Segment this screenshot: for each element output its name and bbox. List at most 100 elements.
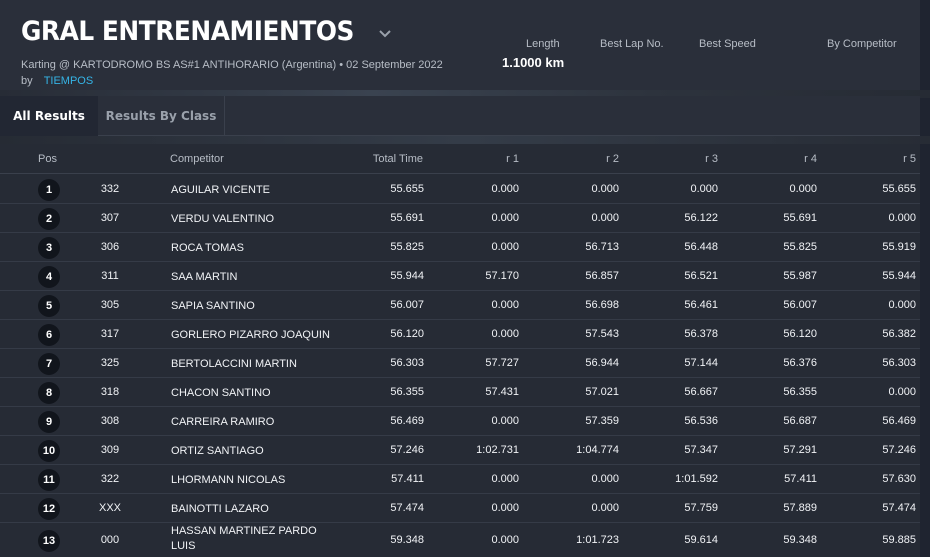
competitor-name[interactable]: SAPIA SANTINO [171,299,341,314]
lap-time-r2: 56.944 [585,357,619,369]
lap-time-r5: 59.885 [882,534,916,546]
title-row[interactable]: GRAL ENTRENAMIENTOS [21,16,393,47]
position-badge: 13 [38,530,60,552]
lap-time-r2: 0.000 [591,212,619,224]
lap-time-r2: 57.543 [585,328,619,340]
table-header: Pos Competitor Total Time r 1 r 2 r 3 r … [0,144,920,174]
lap-time-r3: 56.378 [684,328,718,340]
table-row[interactable]: 4 311 SAA MARTIN 55.944 57.170 56.857 56.521 55… [0,262,920,291]
lap-time-r3: 56.521 [684,270,718,282]
total-time: 56.303 [390,357,424,369]
competitor-name[interactable]: BERTOLACCINI MARTIN [171,357,341,372]
kart-number: 325 [100,357,120,369]
lap-time-r3: 56.536 [684,415,718,427]
organizer-link[interactable]: TIEMPOS [44,75,94,87]
table-row[interactable]: 7 325 BERTOLACCINI MARTIN 56.303 57.727 56.94… [0,349,920,378]
lap-time-r3: 57.144 [684,357,718,369]
header-r4[interactable]: r 4 [757,153,817,165]
lap-time-r4: 56.007 [783,299,817,311]
table-row[interactable]: 1 332 AGUILAR VICENTE 55.655 0.000 0.000 0.000… [0,175,920,204]
by-competitor-label: By Competitor [827,38,897,50]
lap-time-r5: 55.919 [882,241,916,253]
competitor-name[interactable]: SAA MARTIN [171,270,341,285]
table-row[interactable]: 12 XXX BAINOTTI LAZARO 57.474 0.000 0.000 57.7… [0,494,920,523]
header-r5[interactable]: r 5 [856,153,916,165]
position-badge: 2 [38,208,60,230]
tab-all-results[interactable]: All Results [0,96,98,136]
competitor-name[interactable]: GORLERO PIZARRO JOAQUIN [171,328,341,343]
lap-time-r1: 0.000 [491,502,519,514]
table-row[interactable]: 2 307 VERDU VALENTINO 55.691 0.000 0.000 56.12… [0,204,920,233]
lap-time-r1: 0.000 [491,473,519,485]
lap-time-r5: 55.944 [882,270,916,282]
lap-time-r1: 0.000 [491,183,519,195]
competitor-name[interactable]: AGUILAR VICENTE [171,183,341,198]
lap-time-r2: 57.021 [585,386,619,398]
table-row[interactable]: 5 305 SAPIA SANTINO 56.007 0.000 56.698 56.461… [0,291,920,320]
table-row[interactable]: 8 318 CHACON SANTINO 56.355 57.431 57.021 56.6… [0,378,920,407]
table-row[interactable]: 11 322 LHORMANN NICOLAS 57.411 0.000 0.000 1:0… [0,465,920,494]
lap-time-r1: 0.000 [491,241,519,253]
kart-number: 000 [100,534,120,546]
table-row[interactable]: 9 308 CARREIRA RAMIRO 56.469 0.000 57.359 56.5… [0,407,920,436]
header-total-time[interactable]: Total Time [343,153,423,165]
kart-number: 309 [100,444,120,456]
lap-time-r3: 56.461 [684,299,718,311]
lap-time-r4: 55.987 [783,270,817,282]
header-r1[interactable]: r 1 [459,153,519,165]
table-row[interactable]: 10 309 ORTIZ SANTIAGO 57.246 1:02.731 1:04.77… [0,436,920,465]
table-row[interactable]: 6 317 GORLERO PIZARRO JOAQUIN 56.120 0.000 57… [0,320,920,349]
lap-time-r4: 57.291 [783,444,817,456]
tab-results-by-class[interactable]: Results By Class [98,96,225,136]
total-time: 56.120 [390,328,424,340]
competitor-name[interactable]: VERDU VALENTINO [171,212,341,227]
header-pos[interactable]: Pos [38,153,57,165]
total-time: 56.007 [390,299,424,311]
total-time: 56.355 [390,386,424,398]
total-time: 56.469 [390,415,424,427]
table-row[interactable]: 13 000 HASSAN MARTINEZ PARDO LUIS 59.348 0.0… [0,523,920,557]
lap-time-r3: 59.614 [684,534,718,546]
kart-number: XXX [98,502,121,514]
kart-number: 318 [100,386,120,398]
competitor-name[interactable]: HASSAN MARTINEZ PARDO LUIS [171,524,341,554]
kart-number: 311 [101,270,119,282]
lap-time-r3: 56.667 [684,386,718,398]
lap-time-r1: 57.170 [485,270,519,282]
lap-time-r2: 0.000 [591,473,619,485]
position-badge: 6 [38,324,60,346]
lap-time-r3: 0.000 [690,183,718,195]
byline: by TIEMPOS [21,75,93,87]
length-label: Length [526,38,560,50]
chevron-down-icon[interactable] [377,28,393,40]
lap-time-r4: 56.355 [783,386,817,398]
lap-time-r1: 0.000 [491,299,519,311]
competitor-name[interactable]: LHORMANN NICOLAS [171,473,341,488]
lap-time-r5: 57.630 [882,473,916,485]
best-speed-label: Best Speed [699,38,756,50]
competitor-name[interactable]: ROCA TOMAS [171,241,341,256]
position-badge: 7 [38,353,60,375]
lap-time-r4: 57.411 [784,473,817,485]
header-r2[interactable]: r 2 [559,153,619,165]
lap-time-r2: 1:01.723 [576,534,619,546]
competitor-name[interactable]: CHACON SANTINO [171,386,341,401]
position-badge: 12 [38,498,60,520]
header-competitor[interactable]: Competitor [170,153,224,165]
lap-time-r5: 56.382 [882,328,916,340]
position-badge: 3 [38,237,60,259]
lap-time-r4: 56.687 [783,415,817,427]
lap-time-r1: 1:02.731 [476,444,519,456]
header-r3[interactable]: r 3 [658,153,718,165]
lap-time-r4: 56.120 [783,328,817,340]
competitor-name[interactable]: BAINOTTI LAZARO [171,502,341,517]
total-time: 55.655 [390,183,424,195]
competitor-name[interactable]: CARREIRA RAMIRO [171,415,341,430]
competitor-name[interactable]: ORTIZ SANTIAGO [171,444,341,459]
page-title: GRAL ENTRENAMIENTOS [21,16,354,47]
lap-time-r5: 57.474 [882,502,916,514]
lap-time-r1: 57.727 [485,357,519,369]
table-row[interactable]: 3 306 ROCA TOMAS 55.825 0.000 56.713 56.448 55.… [0,233,920,262]
kart-number: 306 [100,241,120,253]
position-badge: 9 [38,411,60,433]
